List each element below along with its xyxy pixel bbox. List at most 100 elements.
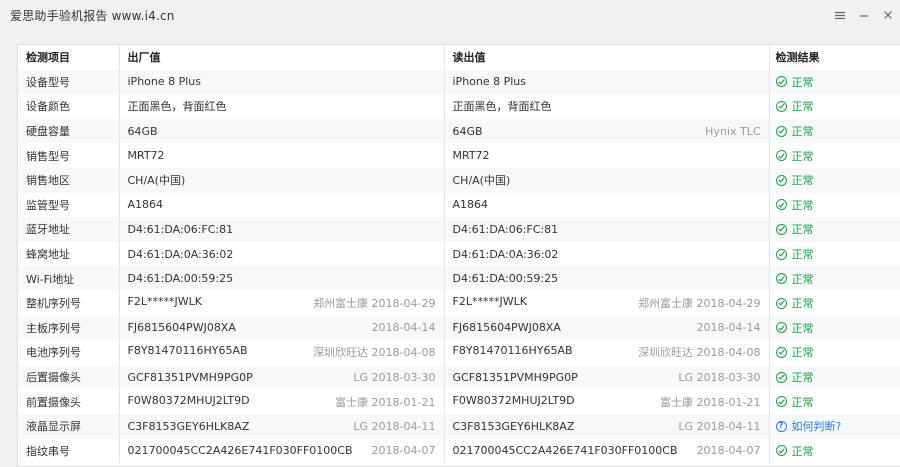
question-icon: ? <box>775 420 787 432</box>
read-value-cell: A1864 <box>443 192 769 218</box>
table-header: 检测项目 出厂值 读出值 检测结果 <box>18 45 900 70</box>
header-result: 检测结果 <box>768 45 900 70</box>
read-value: CH/A(中国) <box>452 174 511 188</box>
read-value: F0W80372MHUJ2LT9D <box>452 393 575 407</box>
read-value: 正面黑色，背面红色 <box>452 100 552 114</box>
factory-value-cell: 021700045CC2A426E741F030FF0100CB 2018-04-… <box>118 438 444 464</box>
window-title: 爱思助手验机报告 www.i4.cn <box>10 8 175 23</box>
table-row: 硬盘容量 64GB 64GB Hynix TLC 正常 <box>18 118 900 144</box>
factory-value-cell: 正面黑色，背面红色 <box>118 94 444 119</box>
read-value-cell: iPhone 8 Plus <box>443 69 769 95</box>
factory-value-cell: 64GB <box>118 118 444 144</box>
read-value-cell: 64GB Hynix TLC <box>443 118 769 144</box>
factory-value-cell: GCF81351PVMH9PG0P LG 2018-03-30 <box>118 364 444 390</box>
read-meta: 2018-04-14 <box>696 321 761 335</box>
item-name: 蜂窝地址 <box>18 241 119 267</box>
item-name: 设备型号 <box>18 69 119 95</box>
read-meta: Hynix TLC <box>705 124 761 138</box>
status-ok: 正常 <box>775 197 900 213</box>
read-value: D4:61:DA:0A:36:02 <box>452 247 559 261</box>
result-cell: 正常 <box>768 192 900 218</box>
factory-value: C3F8153GEY6HLK8AZ <box>127 419 250 433</box>
report-table: 检测项目 出厂值 读出值 检测结果 设备型号 iPhone 8 Plus iPhon… <box>18 45 900 464</box>
factory-value: F0W80372MHUJ2LT9D <box>127 393 250 407</box>
item-name: 监管型号 <box>18 192 119 218</box>
factory-value-cell: FJ6815604PWJ08XA 2018-04-14 <box>118 315 444 341</box>
factory-value: FJ6815604PWJ08XA <box>127 321 236 335</box>
check-circle-icon <box>775 223 787 235</box>
factory-value: 正面黑色，背面红色 <box>127 100 227 114</box>
result-cell: 正常 <box>768 118 900 144</box>
result-cell: 正常 <box>768 94 900 119</box>
result-text: 正常 <box>791 149 814 163</box>
status-ok: 正常 <box>775 295 900 311</box>
table-row: 主板序列号 FJ6815604PWJ08XA 2018-04-14 FJ6815604… <box>18 315 900 341</box>
result-text: 正常 <box>791 174 814 188</box>
factory-value-cell: F2L*****JWLK 郑州富士康 2018-04-29 <box>118 290 444 316</box>
result-cell: ? 如何判断? <box>768 413 900 439</box>
read-value-cell: FJ6815604PWJ08XA 2018-04-14 <box>443 315 769 341</box>
read-value-cell: MRT72 <box>443 143 769 168</box>
table-row: 电池序列号 F8Y81470116HY65AB 深圳欣旺达 2018-04-08 F8… <box>18 340 900 365</box>
result-cell: 正常 <box>768 364 900 390</box>
table-row: 销售地区 CH/A(中国) CH/A(中国) 正常 <box>18 167 900 193</box>
factory-value: MRT72 <box>127 149 165 163</box>
close-icon[interactable] <box>876 0 900 30</box>
result-cell: 正常 <box>768 315 900 341</box>
result-text: 正常 <box>791 272 814 286</box>
status-ok: 正常 <box>775 221 900 237</box>
read-value: C3F8153GEY6HLK8AZ <box>452 419 575 433</box>
read-value: D4:61:DA:00:59:25 <box>452 272 559 286</box>
item-name: 销售型号 <box>18 143 119 168</box>
result-cell: 正常 <box>768 438 900 464</box>
read-value: 021700045CC2A426E741F030FF0100CB <box>452 444 678 458</box>
read-value-cell: C3F8153GEY6HLK8AZ LG 2018-04-11 <box>443 413 769 439</box>
result-text: 正常 <box>791 75 814 89</box>
item-name: 设备颜色 <box>18 94 119 119</box>
factory-meta: 郑州富士康 2018-04-29 <box>313 297 436 311</box>
check-circle-icon <box>775 125 787 137</box>
table-row: 液晶显示屏 C3F8153GEY6HLK8AZ LG 2018-04-11 C3F81… <box>18 413 900 439</box>
check-circle-icon <box>775 199 787 211</box>
table-row: 前置摄像头 F0W80372MHUJ2LT9D 富士康 2018-01-21 F0W8… <box>18 389 900 414</box>
factory-value: A1864 <box>127 198 164 212</box>
read-meta: 富士康 2018-01-21 <box>660 395 761 409</box>
item-name: 蓝牙地址 <box>18 217 119 242</box>
read-value-cell: GCF81351PVMH9PG0P LG 2018-03-30 <box>443 364 769 390</box>
result-cell: 正常 <box>768 217 900 242</box>
factory-value-cell: MRT72 <box>118 143 444 168</box>
item-name: 液晶显示屏 <box>18 413 119 439</box>
factory-value-cell: CH/A(中国) <box>118 167 444 193</box>
minimize-icon[interactable] <box>852 0 876 30</box>
header-factory: 出厂值 <box>118 45 444 70</box>
read-meta: 深圳欣旺达 2018-04-08 <box>638 346 761 360</box>
menu-icon[interactable] <box>828 0 852 30</box>
factory-meta: LG 2018-03-30 <box>353 370 436 384</box>
item-name: 指纹串号 <box>18 438 119 464</box>
help-link[interactable]: ? 如何判断? <box>775 418 900 434</box>
factory-value: iPhone 8 Plus <box>127 75 202 89</box>
read-value-cell: 021700045CC2A426E741F030FF0100CB 2018-04-… <box>443 438 769 464</box>
check-circle-icon <box>775 445 787 457</box>
read-value: F2L*****JWLK <box>452 295 527 309</box>
result-cell: 正常 <box>768 340 900 365</box>
header-read: 读出值 <box>443 45 769 70</box>
factory-value: F8Y81470116HY65AB <box>127 344 248 358</box>
factory-value-cell: A1864 <box>118 192 444 218</box>
factory-value: 64GB <box>127 124 158 138</box>
item-name: 整机序列号 <box>18 290 119 316</box>
factory-value-cell: F0W80372MHUJ2LT9D 富士康 2018-01-21 <box>118 389 444 414</box>
item-name: 销售地区 <box>18 167 119 193</box>
read-value: MRT72 <box>452 149 490 163</box>
result-text: 正常 <box>791 371 814 385</box>
result-text: 正常 <box>791 444 814 458</box>
result-text: 正常 <box>791 248 814 262</box>
read-value: F8Y81470116HY65AB <box>452 344 573 358</box>
item-name: 硬盘容量 <box>18 118 119 144</box>
item-name: 电池序列号 <box>18 340 119 365</box>
table-row: 蓝牙地址 D4:61:DA:06:FC:81 D4:61:DA:06:FC:81 正常 <box>18 217 900 242</box>
result-text: 正常 <box>791 297 814 311</box>
factory-value-cell: D4:61:DA:00:59:25 <box>118 266 444 291</box>
result-cell: 正常 <box>768 290 900 316</box>
table-row: 指纹串号 021700045CC2A426E741F030FF0100CB 2018… <box>18 438 900 464</box>
